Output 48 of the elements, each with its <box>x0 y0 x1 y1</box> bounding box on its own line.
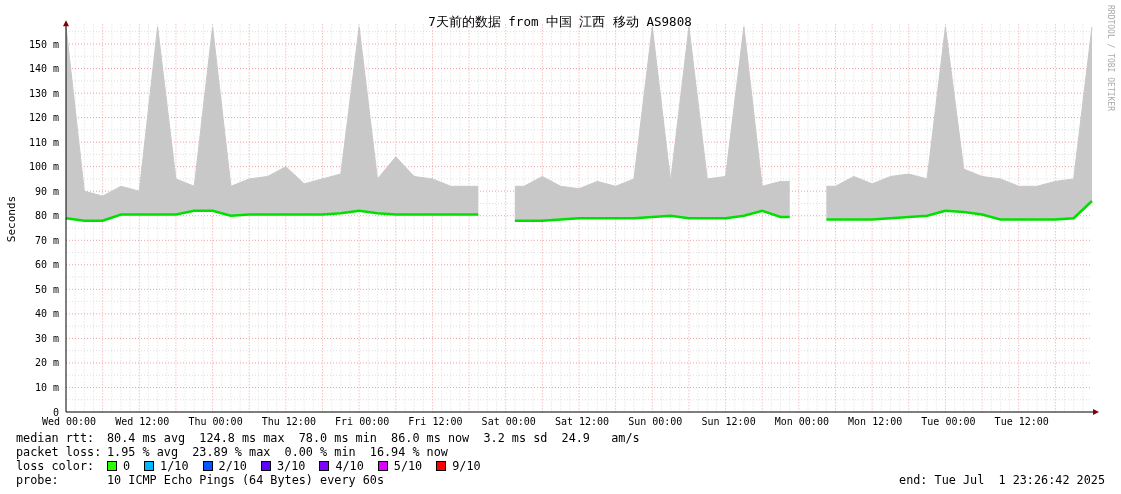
y-tick-label: 90 m <box>34 185 59 197</box>
legend-label: packet loss: <box>16 445 103 459</box>
credit-text: RRDTOOL / TOBI OETIKER <box>1106 5 1115 111</box>
x-tick-label: Sat 12:00 <box>554 416 610 427</box>
y-tick-label: 110 m <box>28 136 59 148</box>
x-tick-label: Mon 00:00 <box>774 416 829 427</box>
y-tick-label: 10 m <box>34 381 59 393</box>
x-tick-label: Wed 00:00 <box>41 416 97 427</box>
y-tick-label: 130 m <box>28 87 59 99</box>
legend-value: 80.4 ms avg 124.8 ms max 78.0 ms min 86.0 ms now 3.2 ms sd 24.9 am/s <box>107 431 640 445</box>
y-tick-label: 120 m <box>28 112 59 124</box>
y-tick-label: 150 m <box>28 38 59 50</box>
legend-value: 10 ICMP Echo Pings (64 Bytes) every 60s <box>107 473 384 487</box>
y-tick-label: 0 <box>52 406 59 418</box>
x-tick-label: Fri 00:00 <box>335 416 390 427</box>
x-tick-label: Sun 00:00 <box>628 416 683 427</box>
y-axis-label: Seconds <box>5 195 18 243</box>
legend-value: 3/10 <box>276 459 306 473</box>
y-tick-label: 70 m <box>34 234 59 246</box>
y-tick-label: 80 m <box>34 210 59 222</box>
x-tick-label: Wed 12:00 <box>115 416 170 427</box>
legend-value: 4/10 <box>335 459 364 473</box>
y-tick-label: 60 m <box>34 259 59 271</box>
legend-value: 5/10 <box>393 459 423 473</box>
x-tick-label: Thu 00:00 <box>188 416 243 427</box>
x-tick-label: Thu 12:00 <box>261 416 316 427</box>
y-tick-label: 50 m <box>34 283 59 295</box>
y-tick-label: 40 m <box>34 308 59 320</box>
x-tick-label: Tue 00:00 <box>921 416 976 427</box>
legend-value: 0 <box>123 459 131 473</box>
x-tick-label: Fri 12:00 <box>408 416 463 427</box>
legend-value: 1.95 % avg 23.89 % max 0.00 % min 16.94 % now <box>107 445 448 459</box>
end-time: end: Tue Jul 1 23:26:42 2025 <box>899 473 1105 487</box>
x-tick-label: Sat 00:00 <box>481 416 536 427</box>
legend-label: loss color: <box>16 459 96 473</box>
legend-label: median rtt: <box>16 431 96 445</box>
x-tick-label: Tue 12:00 <box>994 416 1049 427</box>
y-tick-label: 30 m <box>34 332 59 344</box>
chart-title: 7天前的数据 from 中国 江西 移动 AS9808 <box>428 14 692 29</box>
y-tick-label: 140 m <box>28 63 59 75</box>
legend-value: 9/10 <box>452 459 481 473</box>
y-tick-label: 20 m <box>34 357 59 369</box>
legend-value: 2/10 <box>218 459 247 473</box>
legend-value: 1/10 <box>160 459 189 473</box>
x-tick-label: Sun 12:00 <box>701 416 756 427</box>
y-tick-label: 100 m <box>28 161 59 173</box>
x-tick-label: Mon 12:00 <box>848 416 903 427</box>
legend-label: probe: <box>16 473 60 487</box>
